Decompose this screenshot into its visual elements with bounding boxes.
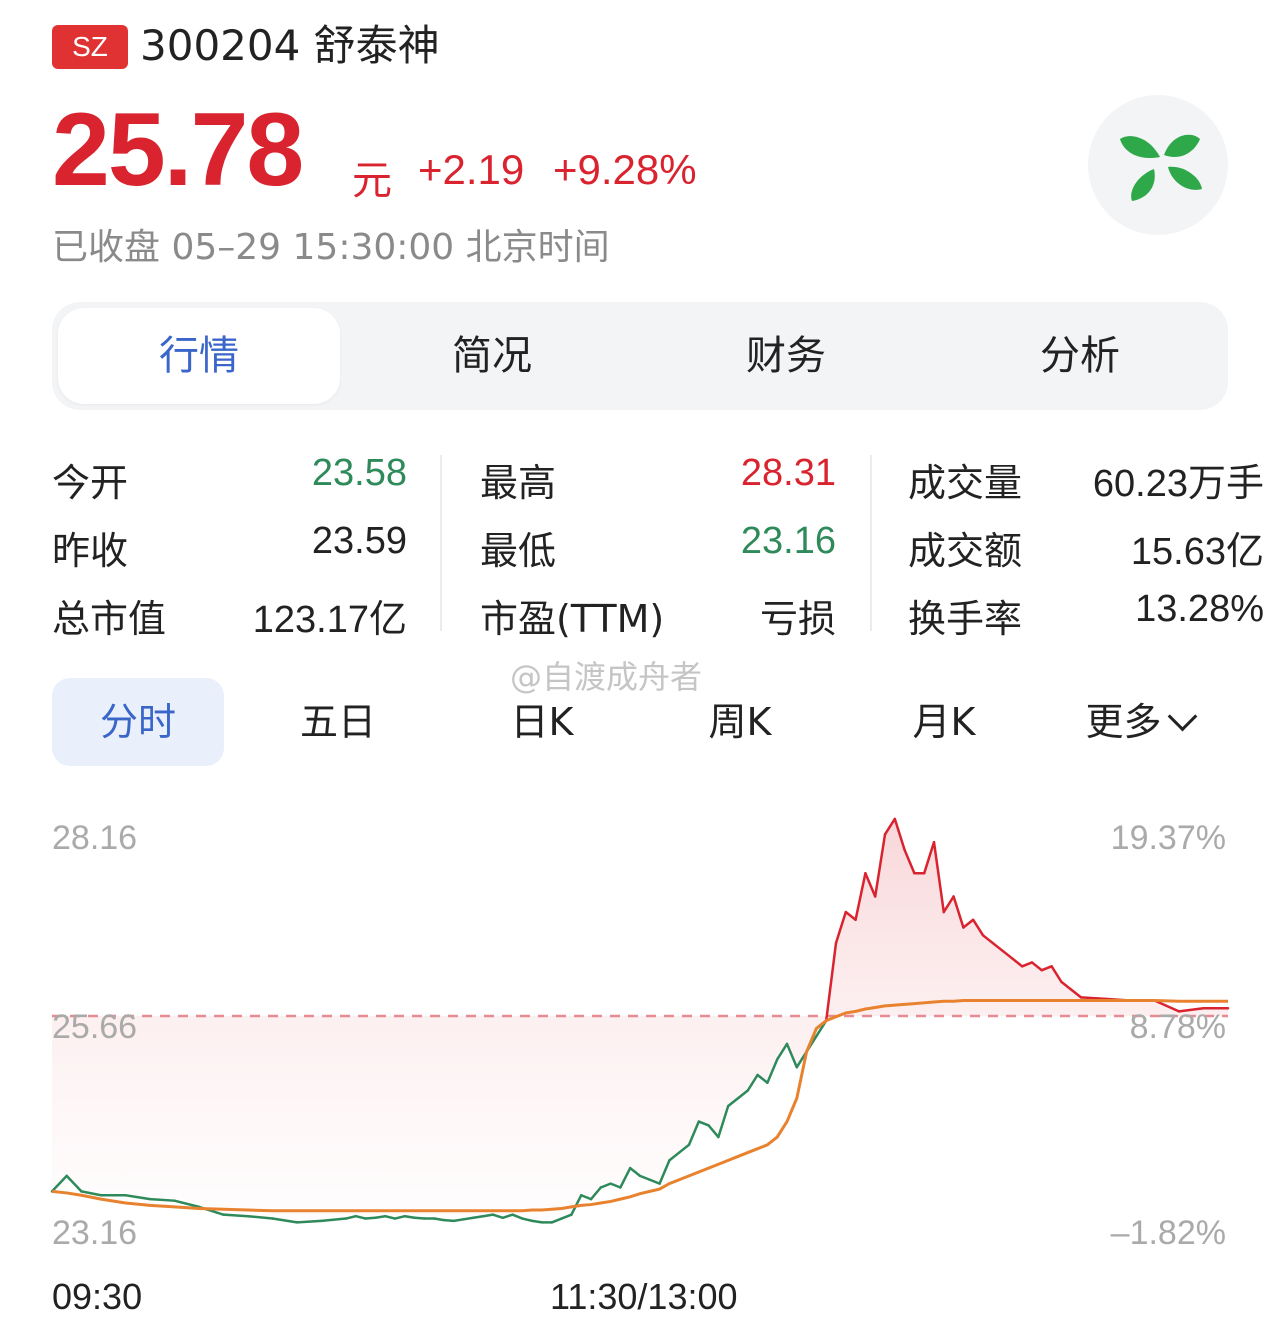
price-line-segment bbox=[1079, 996, 1107, 1001]
price-line-segment bbox=[462, 1216, 475, 1221]
price-line-segment bbox=[364, 1216, 377, 1220]
stat-value-pe: 亏损 bbox=[759, 599, 836, 641]
y-tick-right-mid: 8.78% bbox=[1130, 1008, 1226, 1046]
price-line-segment bbox=[452, 1218, 465, 1223]
y-tick-left-top: 28.16 bbox=[52, 819, 137, 857]
stat-label-open: 今开 bbox=[52, 461, 129, 505]
stat-value-volume: 60.23万手 bbox=[1092, 463, 1264, 505]
period-tab-daily-k[interactable]: 日K bbox=[456, 678, 628, 766]
tab-analysis[interactable]: 分析 bbox=[940, 302, 1220, 410]
intraday-chart: 28.16 25.66 23.16 19.37% 8.78% –1.82% bbox=[50, 817, 1230, 1252]
price-area-fill bbox=[52, 818, 1228, 1223]
period-tab-intraday[interactable]: 分时 bbox=[52, 678, 224, 766]
tab-finance[interactable]: 财务 bbox=[646, 302, 926, 410]
stat-value-turnover-rate: 13.28% bbox=[1135, 588, 1264, 630]
more-label: 更多 bbox=[1085, 700, 1162, 744]
leaf-logo-icon bbox=[1120, 134, 1202, 201]
y-tick-left-mid: 25.66 bbox=[52, 1008, 137, 1046]
tab-overview[interactable]: 简况 bbox=[352, 302, 632, 410]
y-tick-right-top: 19.37% bbox=[1111, 819, 1226, 857]
stat-label-low: 最低 bbox=[480, 529, 557, 573]
price-line-segment bbox=[472, 1214, 485, 1220]
price-change-percent: +9.28% bbox=[553, 146, 697, 193]
stat-label-turnover-rate: 换手率 bbox=[908, 597, 1023, 641]
divider bbox=[870, 455, 872, 631]
quote-stats: 今开 23.58 昨收 23.59 总市值 123.17亿 最高 28.31 最… bbox=[52, 440, 1264, 641]
market-badge: SZ bbox=[52, 25, 128, 69]
stat-label-high: 最高 bbox=[480, 461, 557, 505]
period-tab-weekly-k[interactable]: 周K bbox=[654, 678, 826, 766]
x-tick-open: 09:30 bbox=[52, 1276, 143, 1317]
price-line-segment bbox=[530, 1219, 544, 1224]
stat-label-turnover-amount: 成交额 bbox=[908, 529, 1023, 573]
market-status: 已收盘 05–29 15:30:00 北京时间 bbox=[52, 227, 610, 268]
stat-label-prev-close: 昨收 bbox=[52, 529, 129, 573]
price-line-segment bbox=[148, 1197, 176, 1202]
stat-label-volume: 成交量 bbox=[908, 461, 1023, 505]
price-line-segment bbox=[374, 1214, 387, 1220]
chevron-down-icon bbox=[1167, 701, 1197, 732]
main-tabs: 行情 简况 财务 分析 bbox=[52, 302, 1228, 410]
price-line-segment bbox=[481, 1213, 495, 1218]
tab-quotes[interactable]: 行情 bbox=[58, 308, 340, 404]
y-tick-right-bottom: –1.82% bbox=[1111, 1214, 1226, 1252]
period-tab-more[interactable]: 更多 bbox=[1064, 678, 1214, 766]
stat-value-low: 23.16 bbox=[740, 520, 836, 562]
price-line-segment bbox=[403, 1214, 416, 1220]
price-line-segment bbox=[413, 1216, 426, 1220]
current-price: 25.78 bbox=[52, 92, 304, 208]
period-tab-5day[interactable]: 五日 bbox=[252, 678, 424, 766]
stat-value-market-cap: 123.17亿 bbox=[252, 599, 407, 641]
price-line-segment bbox=[442, 1218, 456, 1223]
stat-value-prev-close: 23.59 bbox=[311, 520, 407, 562]
price-change: +2.19 bbox=[418, 146, 525, 193]
stat-value-turnover-amount: 15.63亿 bbox=[1130, 531, 1264, 573]
divider bbox=[440, 455, 442, 631]
y-tick-left-bottom: 23.16 bbox=[52, 1214, 137, 1252]
price-line-segment bbox=[432, 1217, 446, 1222]
company-logo bbox=[1088, 95, 1228, 235]
x-tick-midday: 11:30/13:00 bbox=[550, 1276, 738, 1317]
price-line-segment bbox=[295, 1219, 323, 1224]
stock-title: 300204 舒泰神 bbox=[140, 21, 440, 70]
period-tab-monthly-k[interactable]: 月K bbox=[858, 678, 1030, 766]
price-line-segment bbox=[222, 1213, 250, 1218]
price-unit: 元 bbox=[352, 158, 392, 204]
stat-label-market-cap: 总市值 bbox=[52, 597, 167, 641]
stat-value-high: 28.31 bbox=[740, 452, 836, 494]
stat-value-open: 23.58 bbox=[311, 452, 407, 494]
